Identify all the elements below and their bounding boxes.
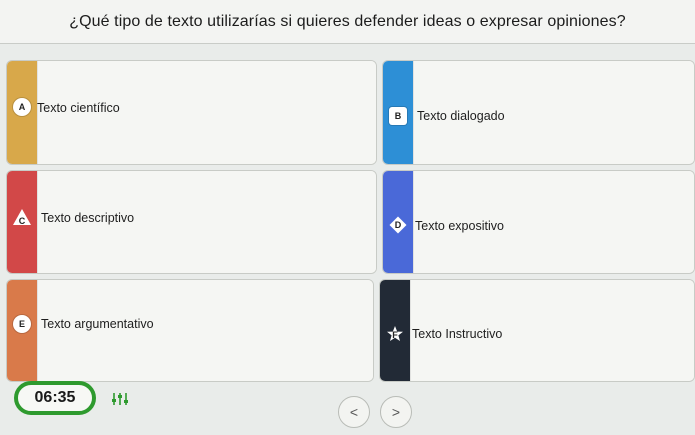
option-d-label: Texto expositivo (415, 219, 504, 233)
option-a-badge: A (13, 98, 31, 116)
option-b-badge: B (389, 107, 407, 125)
option-e[interactable]: E Texto argumentativo (6, 279, 374, 382)
chevron-left-icon: < (349, 404, 359, 420)
timer-value: 06:35 (34, 389, 76, 406)
option-f-label: Texto Instructivo (412, 327, 503, 341)
option-a-label: Texto científico (37, 101, 120, 115)
settings-button[interactable] (104, 384, 136, 414)
question-text: ¿Qué tipo de texto utilizarías si quiere… (69, 12, 626, 30)
chevron-right-icon: > (391, 404, 401, 420)
option-d-badge: D (389, 216, 407, 234)
option-a[interactable]: A Texto científico (6, 60, 377, 165)
option-c[interactable]: C Texto descriptivo (6, 170, 377, 274)
option-d[interactable]: D Texto expositivo (382, 170, 695, 274)
option-e-badge: E (13, 315, 31, 333)
timer: 06:35 (14, 381, 96, 415)
option-f[interactable]: F Texto Instructivo (379, 279, 695, 382)
prev-button[interactable]: < (338, 396, 370, 428)
option-b[interactable]: B Texto dialogado (382, 60, 695, 165)
option-e-label: Texto argumentativo (41, 317, 154, 331)
sliders-icon (112, 393, 128, 405)
option-b-label: Texto dialogado (417, 109, 505, 123)
option-c-label: Texto descriptivo (41, 211, 135, 225)
option-f-badge: F (386, 325, 404, 343)
next-button[interactable]: > (380, 396, 412, 428)
question-bar: ¿Qué tipo de texto utilizarías si quiere… (0, 0, 695, 44)
option-c-badge: C (13, 208, 31, 226)
